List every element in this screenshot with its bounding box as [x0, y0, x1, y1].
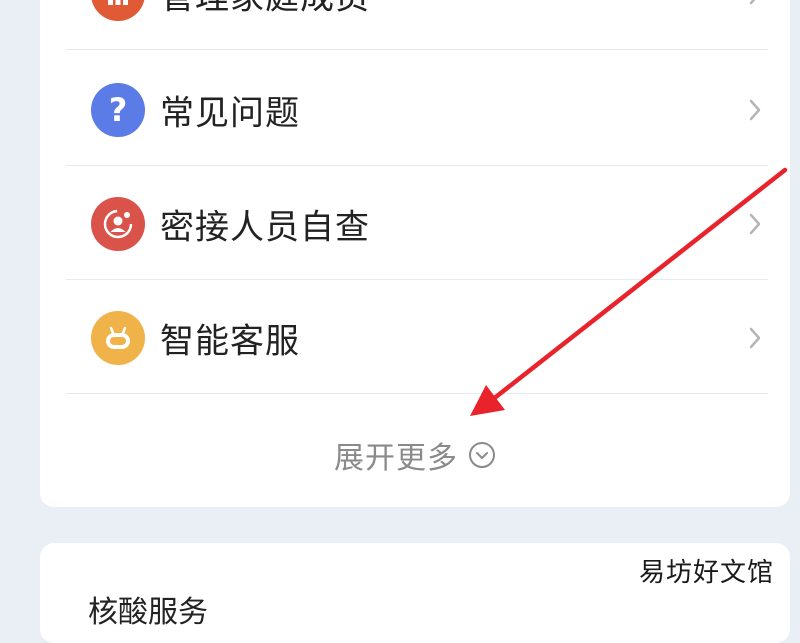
svg-text:?: ? — [109, 92, 128, 128]
chevron-right-icon — [749, 327, 761, 348]
family-icon — [91, 0, 145, 21]
menu-item-label: 管理家庭成员 — [160, 0, 370, 18]
menu-item-label: 常见问题 — [160, 93, 300, 133]
question-icon: ? — [91, 82, 145, 137]
chevron-right-icon — [749, 213, 761, 234]
expand-more-label: 展开更多 — [334, 441, 458, 476]
contact-check-icon — [91, 196, 145, 251]
service-menu-card: 管理家庭成员 ? 常见问题 密接人员自查 — [40, 0, 790, 507]
expand-more-button[interactable]: 展开更多 — [40, 430, 790, 480]
divider — [66, 165, 768, 166]
divider — [66, 279, 768, 280]
menu-item-manage-family[interactable]: 管理家庭成员 — [40, 0, 790, 50]
menu-item-label: 智能客服 — [160, 321, 300, 361]
divider — [66, 49, 768, 50]
watermark: 易坊好文馆 — [638, 558, 774, 588]
menu-item-label: 密接人员自查 — [160, 207, 370, 247]
menu-item-smart-customer-service[interactable]: 智能客服 — [40, 281, 790, 394]
divider — [66, 393, 768, 394]
chevron-right-icon — [749, 0, 755, 4]
chevron-right-icon — [749, 99, 761, 120]
chevron-down-circle-icon — [469, 442, 495, 468]
robot-icon — [91, 310, 145, 365]
menu-item-faq[interactable]: ? 常见问题 — [40, 53, 790, 166]
menu-item-close-contact-check[interactable]: 密接人员自查 — [40, 167, 790, 280]
card-title: 核酸服务 — [88, 595, 208, 630]
